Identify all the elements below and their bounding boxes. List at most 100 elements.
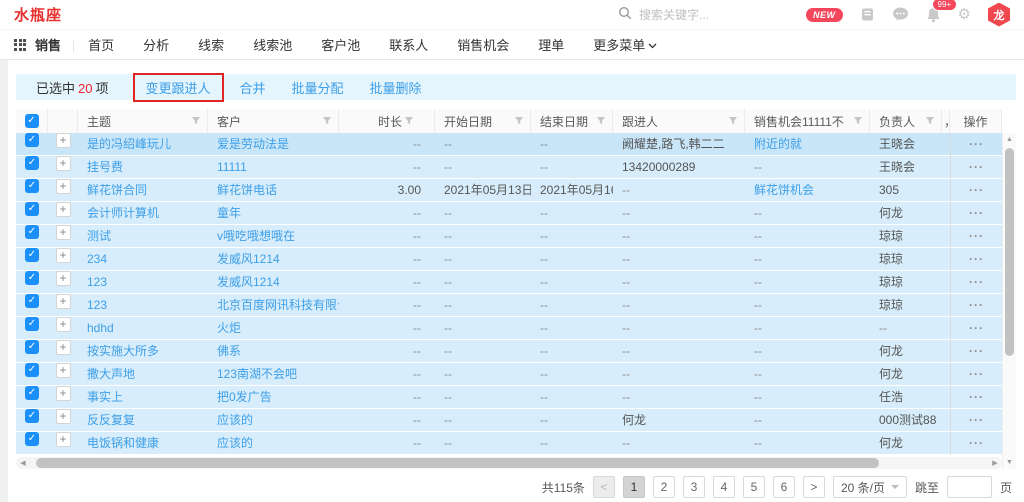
subject-link[interactable]: 电饭锅和健康 (78, 432, 208, 455)
row-actions-button[interactable]: ··· (969, 137, 984, 151)
action-button[interactable]: 变更跟进人 (146, 78, 211, 97)
row-actions-button[interactable]: ··· (969, 229, 984, 243)
subject-link[interactable]: 123 (78, 271, 208, 294)
row-checkbox[interactable]: ✓ (25, 202, 39, 216)
row-checkbox[interactable]: ✓ (25, 432, 39, 446)
subject-link[interactable]: 事实上 (78, 386, 208, 409)
row-checkbox[interactable]: ✓ (25, 133, 39, 147)
customer-link[interactable]: 发威风1214 (208, 271, 339, 294)
scroll-right-arrow[interactable]: ▶ (988, 459, 1002, 467)
subject-link[interactable]: 挂号费 (78, 156, 208, 179)
page-button[interactable]: 4 (713, 476, 735, 498)
subject-link[interactable]: 撒大声地 (78, 363, 208, 386)
opportunity-cell[interactable]: 鲜花饼机会 (745, 179, 870, 202)
subject-link[interactable]: 是的冯绍峰玩儿 (78, 133, 208, 156)
scroll-up-arrow[interactable]: ▲ (1003, 133, 1016, 146)
customer-link[interactable]: 123南湖不会吧 (208, 363, 339, 386)
expand-button[interactable]: + (56, 363, 71, 378)
chat-icon[interactable] (892, 7, 909, 22)
nav-item[interactable]: 理单 (538, 35, 564, 54)
customer-link[interactable]: 应该的 (208, 409, 339, 432)
row-actions-button[interactable]: ··· (969, 413, 984, 427)
filter-icon[interactable] (402, 116, 420, 126)
docs-icon[interactable] (860, 7, 875, 22)
filter-icon[interactable] (189, 116, 207, 126)
filter-icon[interactable] (851, 116, 869, 126)
nav-item[interactable]: 首页 (88, 35, 114, 54)
expand-button[interactable]: + (56, 432, 71, 447)
nav-item[interactable]: 分析 (143, 35, 169, 54)
page-button[interactable]: 3 (683, 476, 705, 498)
scroll-left-arrow[interactable]: ◀ (16, 459, 30, 467)
nav-item[interactable]: 线索池 (253, 35, 292, 54)
subject-link[interactable]: 会计师计算机 (78, 202, 208, 225)
expand-button[interactable]: + (56, 179, 71, 194)
next-page-button[interactable]: > (803, 476, 825, 498)
more-menu[interactable]: 更多菜单 (593, 35, 657, 54)
action-button[interactable]: 批量分配 (292, 78, 344, 97)
row-actions-button[interactable]: ··· (969, 206, 984, 220)
row-actions-button[interactable]: ··· (969, 252, 984, 266)
row-checkbox[interactable]: ✓ (25, 248, 39, 262)
apps-grid-icon[interactable] (14, 39, 26, 51)
bell-icon[interactable]: 99+ (926, 7, 941, 23)
gear-icon[interactable]: ⚙ (958, 7, 971, 22)
row-checkbox[interactable]: ✓ (25, 363, 39, 377)
action-button[interactable]: 合并 (240, 78, 266, 97)
row-actions-button[interactable]: ··· (969, 160, 984, 174)
expand-button[interactable]: + (56, 386, 71, 401)
customer-link[interactable]: 应该的 (208, 432, 339, 455)
customer-link[interactable]: 童年 (208, 202, 339, 225)
expand-button[interactable]: + (56, 225, 71, 240)
page-size-select[interactable]: 20 条/页 (833, 476, 907, 498)
customer-link[interactable]: 火炬 (208, 317, 339, 340)
row-actions-button[interactable]: ··· (969, 367, 984, 381)
row-checkbox[interactable]: ✓ (25, 294, 39, 308)
row-actions-button[interactable]: ··· (969, 436, 984, 450)
subject-link[interactable]: 123 (78, 294, 208, 317)
page-button[interactable]: 6 (773, 476, 795, 498)
subject-link[interactable]: 测试 (78, 225, 208, 248)
jump-page-input[interactable] (947, 476, 992, 498)
page-button[interactable]: 2 (653, 476, 675, 498)
subject-link[interactable]: hdhd (78, 317, 208, 340)
row-actions-button[interactable]: ··· (969, 321, 984, 335)
row-checkbox[interactable]: ✓ (25, 271, 39, 285)
subject-link[interactable]: 反反复复 (78, 409, 208, 432)
row-actions-button[interactable]: ··· (969, 298, 984, 312)
horizontal-scroll-thumb[interactable] (36, 458, 879, 468)
row-checkbox[interactable]: ✓ (25, 156, 39, 170)
row-actions-button[interactable]: ··· (969, 183, 984, 197)
customer-link[interactable]: 11111 (208, 156, 339, 179)
subject-link[interactable]: 234 (78, 248, 208, 271)
expand-button[interactable]: + (56, 340, 71, 355)
vertical-scrollbar[interactable]: ▲ ▼ (1002, 133, 1016, 469)
vertical-scroll-thumb[interactable] (1005, 148, 1014, 356)
action-button[interactable]: 批量删除 (370, 78, 422, 97)
horizontal-scrollbar[interactable]: ◀ ▶ (16, 457, 1002, 469)
row-actions-button[interactable]: ··· (969, 390, 984, 404)
filter-icon[interactable] (512, 116, 530, 126)
customer-link[interactable]: 把0发广告 (208, 386, 339, 409)
subject-link[interactable]: 鲜花饼合同 (78, 179, 208, 202)
nav-item[interactable]: 客户池 (321, 35, 360, 54)
row-checkbox[interactable]: ✓ (25, 225, 39, 239)
filter-icon[interactable] (594, 116, 612, 126)
select-all-checkbox[interactable]: ✓ (25, 114, 39, 128)
subject-link[interactable]: 按实施大所多 (78, 340, 208, 363)
expand-button[interactable]: + (56, 317, 71, 332)
filter-icon[interactable] (320, 116, 338, 126)
row-checkbox[interactable]: ✓ (25, 179, 39, 193)
avatar[interactable]: 龙 (988, 3, 1010, 27)
customer-link[interactable]: v哦吃哦想哦在 (208, 225, 339, 248)
opportunity-cell[interactable]: 附近的就 (745, 133, 870, 156)
search-input[interactable] (639, 8, 789, 22)
customer-link[interactable]: 佛系 (208, 340, 339, 363)
nav-item[interactable]: 线索 (198, 35, 224, 54)
row-checkbox[interactable]: ✓ (25, 340, 39, 354)
customer-link[interactable]: 鲜花饼电话 (208, 179, 339, 202)
expand-button[interactable]: + (56, 133, 71, 148)
row-checkbox[interactable]: ✓ (25, 317, 39, 331)
expand-button[interactable]: + (56, 202, 71, 217)
filter-icon[interactable] (726, 116, 744, 126)
